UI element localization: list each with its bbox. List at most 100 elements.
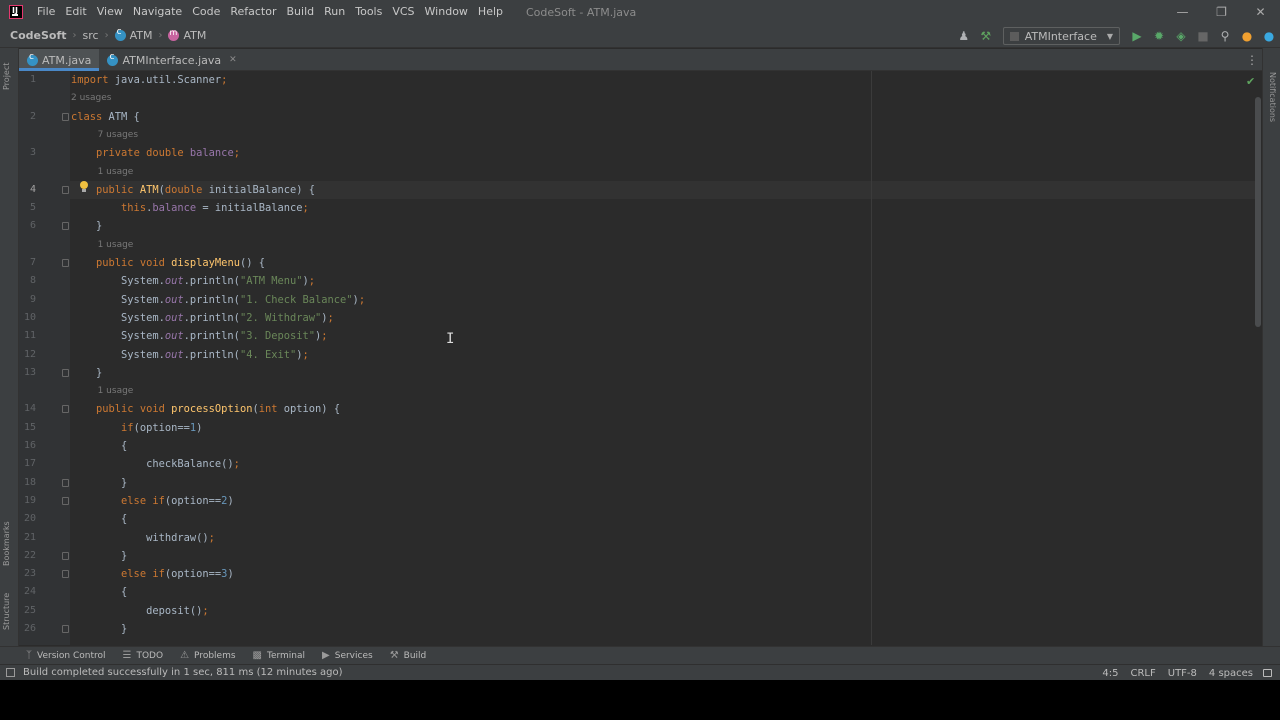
line-number[interactable]: 12	[19, 346, 36, 364]
project-panel-tab[interactable]: Project	[2, 63, 11, 90]
fold-marker-icon[interactable]	[62, 185, 69, 194]
fold-marker-icon[interactable]	[62, 259, 69, 267]
line-number[interactable]: 1	[19, 71, 36, 89]
status-message[interactable]: Build completed successfully in 1 sec, 8…	[23, 667, 343, 678]
menu-navigate[interactable]: Navigate	[128, 0, 187, 24]
breadcrumb-class[interactable]: ATM	[114, 27, 152, 42]
menu-build[interactable]: Build	[282, 0, 320, 24]
services-tool[interactable]: ▶ Services	[322, 650, 373, 661]
usage-hint[interactable]: 1 usage	[19, 163, 1249, 181]
code-line[interactable]: 20 {	[19, 510, 1249, 528]
line-number[interactable]: 23	[19, 565, 36, 583]
menu-help[interactable]: Help	[473, 0, 508, 24]
breadcrumb-folder[interactable]: src	[83, 29, 99, 42]
code-line[interactable]: 26 }	[19, 620, 1249, 638]
fold-marker-icon[interactable]	[62, 570, 69, 579]
inspection-ok-icon[interactable]: ✔	[1246, 75, 1255, 88]
menu-view[interactable]: View	[92, 0, 128, 24]
lightbulb-icon[interactable]	[79, 181, 89, 193]
caret-position[interactable]: 4:5	[1102, 668, 1118, 679]
code-line[interactable]: 7 public void displayMenu() {	[19, 254, 1249, 272]
bookmarks-panel-tab[interactable]: Bookmarks	[2, 521, 11, 566]
fold-marker-icon[interactable]	[62, 222, 69, 231]
code-line[interactable]: 5 this.balance = initialBalance;	[19, 199, 1249, 217]
code-line[interactable]: 9 System.out.println("1. Check Balance")…	[19, 291, 1249, 309]
menu-file[interactable]: File	[32, 0, 60, 24]
code-line[interactable]: 8 System.out.println("ATM Menu");	[19, 272, 1249, 290]
usage-hint[interactable]: 2 usages	[19, 89, 1249, 107]
fold-marker-icon[interactable]	[62, 496, 69, 505]
code-line[interactable]: 19 else if(option==2)	[19, 492, 1249, 510]
code-line[interactable]: 24 {	[19, 583, 1249, 601]
status-toggle-icon[interactable]	[6, 668, 15, 677]
menu-refactor[interactable]: Refactor	[225, 0, 281, 24]
run-icon[interactable]: ▶	[1126, 25, 1148, 47]
breadcrumb-project[interactable]: CodeSoft	[10, 29, 67, 42]
menu-edit[interactable]: Edit	[60, 0, 91, 24]
line-number[interactable]: 16	[19, 437, 36, 455]
fold-marker-icon[interactable]	[62, 478, 69, 487]
plugin-icon[interactable]: ●	[1258, 25, 1280, 47]
code-line[interactable]: 23 else if(option==3)	[19, 565, 1249, 583]
line-number[interactable]: 5	[19, 199, 36, 217]
search-icon[interactable]: ⚲	[1214, 25, 1236, 47]
line-number[interactable]: 4	[19, 181, 36, 199]
restore-icon[interactable]: ❐	[1202, 0, 1241, 24]
build-hammer-icon[interactable]: ⚒	[975, 25, 997, 47]
minimize-icon[interactable]: —	[1163, 0, 1202, 24]
line-number[interactable]: 8	[19, 272, 36, 290]
user-icon[interactable]: ♟	[953, 25, 975, 47]
code-line[interactable]: 4 public ATM(double initialBalance) {	[19, 181, 1249, 199]
usage-hint[interactable]: 1 usage	[19, 236, 1249, 254]
debug-icon[interactable]: ✹	[1148, 25, 1170, 47]
version-control-tool[interactable]: ᛉ Version Control	[26, 650, 106, 661]
line-number[interactable]: 7	[19, 254, 36, 272]
line-number[interactable]: 24	[19, 583, 36, 601]
line-number[interactable]: 18	[19, 474, 36, 492]
line-number[interactable]: 25	[19, 602, 36, 620]
code-line[interactable]: 14 public void processOption(int option)…	[19, 400, 1249, 418]
notifications-panel-tab[interactable]: Notifications	[1268, 72, 1277, 122]
vertical-scrollbar[interactable]	[1255, 97, 1261, 327]
fold-marker-icon[interactable]	[62, 368, 69, 377]
usage-hint[interactable]: 1 usage	[19, 382, 1249, 400]
line-number[interactable]: 13	[19, 364, 36, 382]
menu-code[interactable]: Code	[187, 0, 225, 24]
code-editor[interactable]: 1 import java.util.Scanner; 2 usages 2 class…	[19, 71, 1262, 645]
line-number[interactable]: 20	[19, 510, 36, 528]
line-number[interactable]: 2	[19, 108, 36, 126]
code-line[interactable]: 1 import java.util.Scanner;	[19, 71, 1249, 89]
todo-tool[interactable]: ☰ TODO	[123, 650, 164, 661]
line-number[interactable]: 9	[19, 291, 36, 309]
coverage-icon[interactable]: ◈	[1170, 25, 1192, 47]
line-number[interactable]: 14	[19, 400, 36, 418]
menu-window[interactable]: Window	[420, 0, 473, 24]
code-line[interactable]: 13 }	[19, 364, 1249, 382]
code-line[interactable]: 3 private double balance;	[19, 144, 1249, 162]
breadcrumb-member[interactable]: ATM	[168, 28, 206, 42]
line-number[interactable]: 15	[19, 419, 36, 437]
line-number[interactable]: 21	[19, 529, 36, 547]
lock-icon[interactable]	[1263, 669, 1272, 677]
fold-marker-icon[interactable]	[62, 112, 69, 121]
file-encoding[interactable]: UTF-8	[1168, 668, 1197, 679]
code-line[interactable]: 21 withdraw();	[19, 529, 1249, 547]
line-number[interactable]: 17	[19, 455, 36, 473]
fold-marker-icon[interactable]	[62, 551, 69, 560]
line-number[interactable]: 10	[19, 309, 36, 327]
line-number[interactable]: 22	[19, 547, 36, 565]
update-icon[interactable]: ●	[1236, 25, 1258, 47]
code-line[interactable]: 22 }	[19, 547, 1249, 565]
line-number[interactable]: 19	[19, 492, 36, 510]
code-line[interactable]: 15 if(option==1)	[19, 419, 1249, 437]
code-line[interactable]: 2 class ATM {	[19, 108, 1249, 126]
code-line[interactable]: 11 System.out.println("3. Deposit");	[19, 327, 1249, 345]
close-icon[interactable]: ✕	[1241, 0, 1280, 24]
structure-panel-tab[interactable]: Structure	[2, 593, 11, 630]
code-line[interactable]: 17 checkBalance();	[19, 455, 1249, 473]
line-number[interactable]: 6	[19, 217, 36, 235]
code-line[interactable]: 6 }	[19, 217, 1249, 235]
stop-icon[interactable]: ■	[1192, 25, 1214, 47]
fold-marker-icon[interactable]	[62, 405, 69, 414]
menu-tools[interactable]: Tools	[350, 0, 387, 24]
